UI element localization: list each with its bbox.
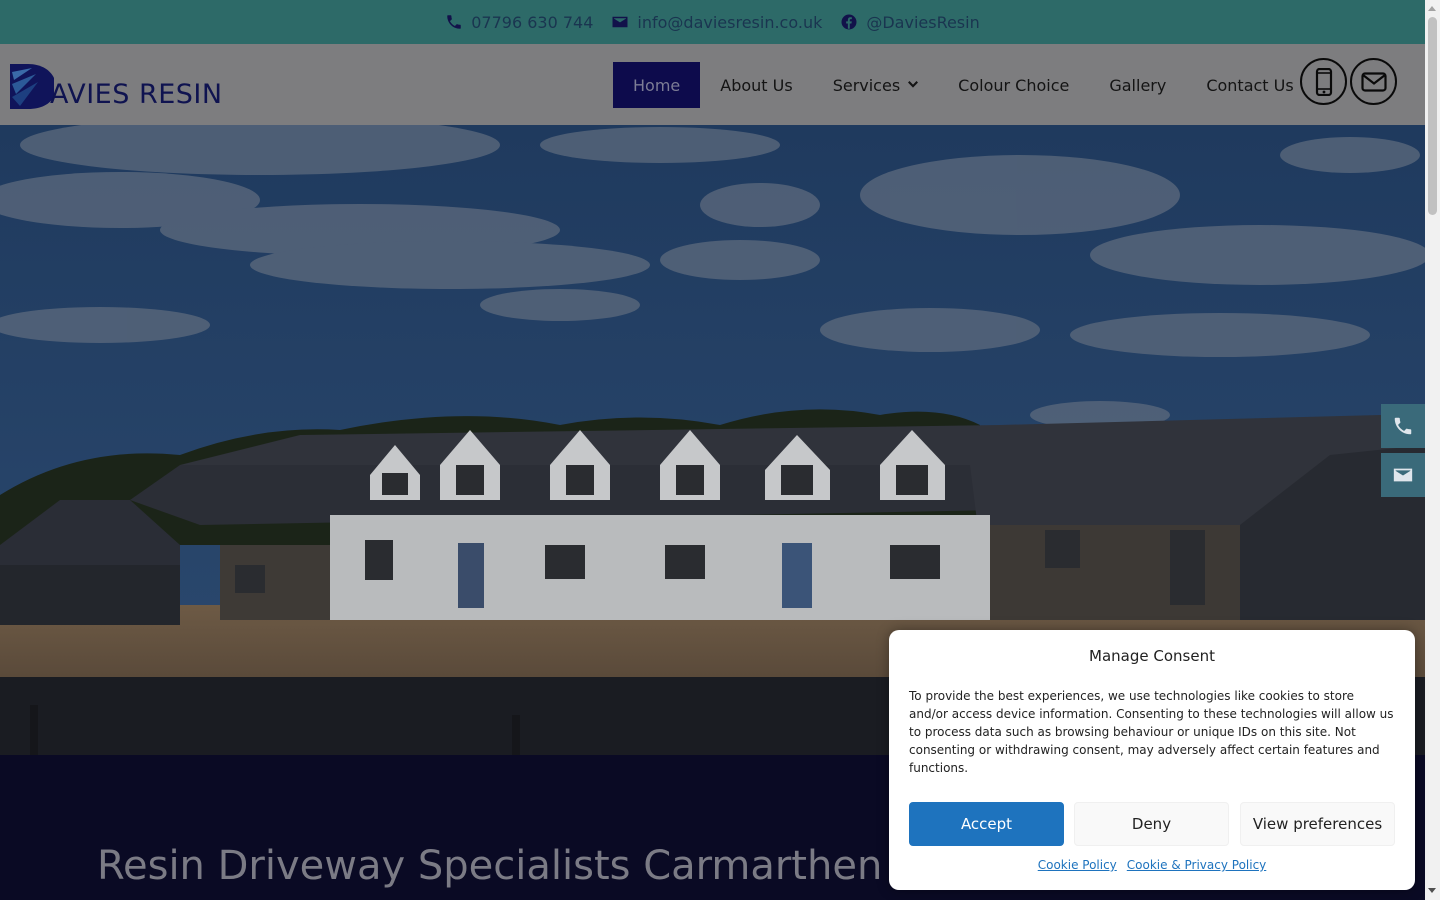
envelope-icon [1360, 71, 1387, 92]
nav-item-gallery[interactable]: Gallery [1089, 62, 1186, 108]
topbar-facebook-text: @DaviesResin [866, 12, 980, 32]
mobile-phone-icon [1315, 67, 1332, 96]
cookie-consent-dialog: Manage Consent To provide the best exper… [889, 630, 1415, 890]
header-call-button[interactable] [1300, 58, 1347, 105]
main-nav: Home About Us Services Colour Choice Gal… [613, 62, 1314, 108]
site-header: AVIES RESIN Home About Us Services Colou… [0, 44, 1425, 125]
topbar-phone-link[interactable]: 07796 630 744 [445, 13, 593, 32]
nav-item-label: Colour Choice [958, 75, 1070, 95]
scroll-up-arrow-icon[interactable] [1428, 6, 1436, 11]
nav-item-label: About Us [720, 75, 793, 95]
chevron-down-icon [908, 81, 919, 88]
consent-title: Manage Consent [1089, 647, 1215, 665]
topbar-email-link[interactable]: info@daviesresin.co.uk [611, 13, 822, 32]
envelope-icon [612, 16, 628, 28]
facebook-icon [841, 14, 857, 30]
consent-links: Cookie Policy Cookie & Privacy Policy [889, 858, 1415, 872]
consent-body-text: To provide the best experiences, we use … [909, 689, 1394, 775]
nav-item-home[interactable]: Home [613, 62, 701, 108]
top-contact-bar: 07796 630 744 info@daviesresin.co.uk @Da… [0, 0, 1425, 44]
deny-button[interactable]: Deny [1074, 802, 1229, 846]
nav-item-label: Contact Us [1206, 75, 1294, 95]
logo[interactable]: AVIES RESIN [10, 64, 223, 110]
nav-item-label: Home [633, 75, 681, 95]
phone-icon [1394, 417, 1412, 435]
floating-email-button[interactable] [1381, 453, 1425, 497]
header-email-button[interactable] [1350, 58, 1397, 105]
floating-call-button[interactable] [1381, 404, 1425, 448]
nav-item-label: Gallery [1109, 75, 1167, 95]
nav-item-colour-choice[interactable]: Colour Choice [938, 62, 1089, 108]
topbar-email-text: info@daviesresin.co.uk [637, 12, 823, 32]
accept-button[interactable]: Accept [909, 802, 1064, 846]
nav-item-label: Services [832, 75, 901, 95]
topbar-facebook-link[interactable]: @DaviesResin [840, 12, 980, 32]
nav-item-about-us[interactable]: About Us [700, 62, 812, 108]
view-preferences-button[interactable]: View preferences [1240, 802, 1395, 846]
cookie-privacy-policy-link[interactable]: Cookie & Privacy Policy [1127, 858, 1267, 872]
nav-item-services[interactable]: Services [813, 62, 938, 108]
scroll-down-arrow-icon[interactable] [1428, 888, 1436, 893]
page-heading: Resin Driveway Specialists Carmarthen [97, 843, 883, 889]
logo-text: AVIES RESIN [50, 79, 223, 110]
nav-item-contact-us[interactable]: Contact Us [1186, 62, 1313, 108]
logo-d-mark-icon [10, 64, 54, 109]
envelope-icon [1393, 468, 1413, 482]
topbar-phone-text: 07796 630 744 [471, 12, 594, 32]
page-scrollbar[interactable] [1425, 0, 1440, 900]
cookie-policy-link[interactable]: Cookie Policy [1038, 858, 1117, 872]
scrollbar-thumb[interactable] [1428, 17, 1437, 215]
phone-icon [447, 15, 461, 29]
